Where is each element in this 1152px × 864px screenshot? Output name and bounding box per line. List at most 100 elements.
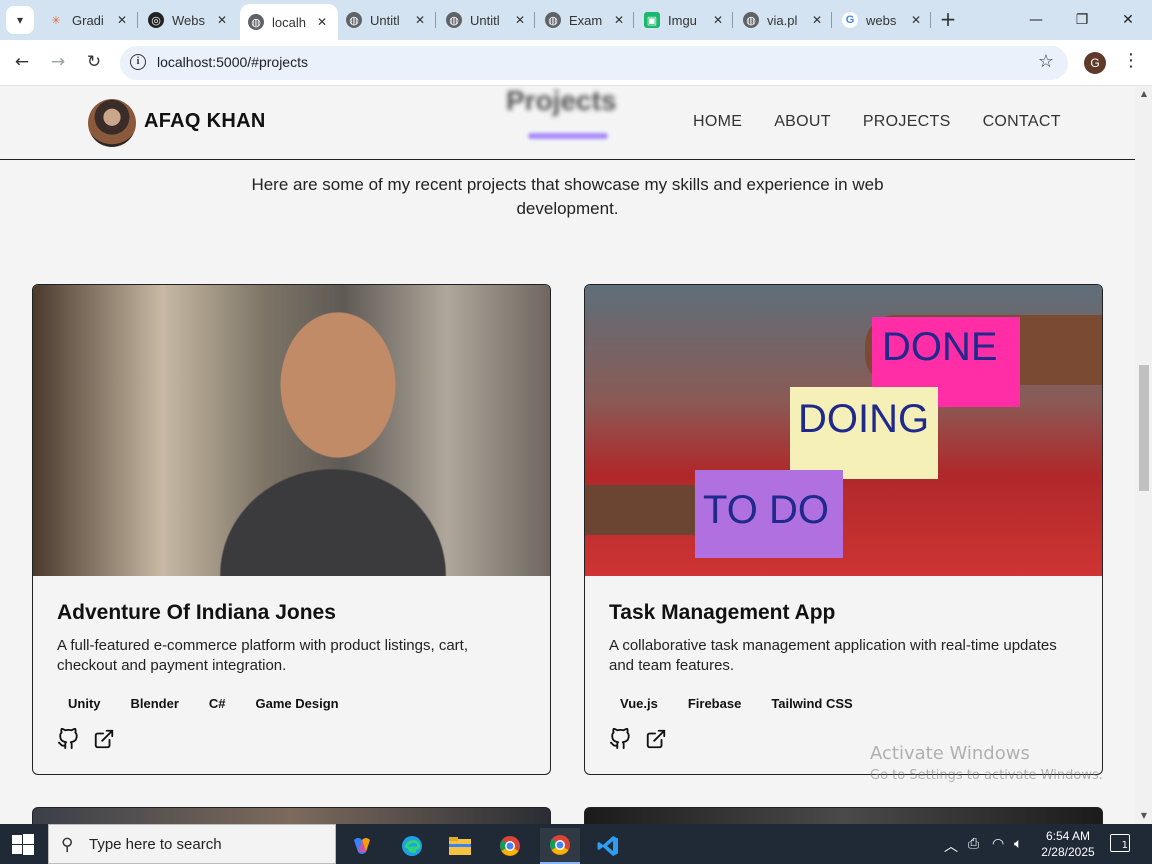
globe-icon: ◍ [545, 12, 561, 28]
tab-label: via.pl [767, 12, 798, 28]
tab-label: Untitl [470, 12, 500, 28]
scroll-down-icon[interactable]: ▼ [1139, 811, 1149, 820]
browser-tab[interactable]: ▣ Imgu ✕ [636, 4, 734, 36]
tab-divider [831, 12, 832, 28]
browser-tab[interactable]: ◍ Untitl ✕ [338, 4, 436, 36]
external-link-icon[interactable] [645, 728, 667, 750]
back-button[interactable]: ← [10, 50, 34, 74]
browser-tab[interactable]: ◍ Exam ✕ [537, 4, 635, 36]
browser-tab[interactable]: G webs ✕ [834, 4, 932, 36]
minimize-button[interactable]: — [1024, 8, 1048, 32]
section-title-underline [528, 133, 608, 139]
browser-tab-active[interactable]: ◍ localh ✕ [240, 4, 338, 40]
sticky-note-doing: DOING [790, 387, 938, 479]
globe-icon: ◍ [446, 12, 462, 28]
windows-start-button[interactable] [12, 834, 34, 856]
url-text[interactable]: localhost:5000/#projects [157, 54, 308, 70]
projects-intro: Here are some of my recent projects that… [251, 175, 884, 218]
site-header: AFAQ KHAN Projects HOME ABOUT PROJECTS C… [0, 87, 1135, 160]
github-icon[interactable] [609, 727, 631, 750]
scroll-up-icon[interactable]: ▲ [1139, 89, 1149, 98]
volume-icon[interactable]: 🔈︎ [1014, 836, 1022, 852]
new-tab-button[interactable]: + [936, 8, 960, 32]
reload-button[interactable]: ↻ [82, 50, 106, 74]
windows-logo-icon [12, 834, 34, 855]
project-description: A collaborative task management applicat… [609, 637, 1057, 674]
edge-icon [402, 836, 422, 856]
close-icon[interactable]: ✕ [512, 13, 528, 27]
restore-button[interactable]: ❐ [1070, 8, 1094, 32]
activation-watermark-subtitle: Go to Settings to activate Windows. [870, 768, 1103, 783]
meet-now-icon[interactable]: ⎙ [968, 836, 979, 852]
tag: Unity [68, 696, 101, 711]
project-card-partial [584, 807, 1103, 824]
github-icon[interactable] [57, 727, 79, 750]
chrome-icon [500, 836, 520, 856]
project-title: Adventure Of Indiana Jones [57, 601, 336, 624]
address-bar[interactable]: i localhost:5000/#projects ☆ [120, 46, 1068, 80]
project-title: Task Management App [609, 601, 836, 624]
minimize-icon: — [1029, 12, 1043, 28]
nav-projects-link[interactable]: PROJECTS [863, 113, 951, 131]
browser-tab[interactable]: ◍ via.pl ✕ [735, 4, 833, 36]
activation-watermark-title: Activate Windows [870, 743, 1030, 764]
tab-divider [732, 12, 733, 28]
copilot-app-icon[interactable] [342, 828, 382, 864]
notification-center-icon[interactable]: 1 [1110, 834, 1130, 852]
taskbar-search[interactable]: ⚲ Type here to search [48, 824, 336, 864]
forward-button[interactable]: → [46, 50, 70, 74]
bookmark-star-icon[interactable]: ☆ [1038, 51, 1054, 72]
browser-tabstrip: ▾ ✳ Gradi ✕ ◎ Webs ✕ ◍ localh ✕ ◍ Untitl… [0, 0, 1152, 40]
chrome-icon [550, 835, 570, 855]
close-window-button[interactable]: ✕ [1116, 8, 1140, 32]
page-scrollbar[interactable]: ▲ ▼ [1135, 87, 1152, 824]
close-icon[interactable]: ✕ [611, 13, 627, 27]
reload-icon: ↻ [86, 52, 102, 72]
close-icon: ✕ [1122, 12, 1134, 28]
browser-tab[interactable]: ✳ Gradi ✕ [40, 4, 138, 36]
tab-divider [633, 12, 634, 28]
restore-icon: ❐ [1075, 12, 1089, 28]
globe-icon: ◍ [346, 12, 362, 28]
tab-label: Gradi [72, 12, 104, 28]
site-nav: HOME ABOUT PROJECTS CONTACT [693, 113, 1061, 131]
avatar [88, 99, 136, 147]
close-icon[interactable]: ✕ [114, 13, 130, 27]
close-icon[interactable]: ✕ [908, 13, 924, 27]
taskbar-search-placeholder[interactable]: Type here to search [89, 836, 222, 853]
profile-avatar[interactable]: G [1084, 52, 1106, 74]
nav-home-link[interactable]: HOME [693, 113, 742, 131]
file-explorer-app-icon[interactable] [440, 828, 480, 864]
close-icon[interactable]: ✕ [214, 13, 230, 27]
browser-tab[interactable]: ◍ Untitl ✕ [438, 4, 536, 36]
section-title-blurred: Projects [506, 87, 617, 116]
edge-app-icon[interactable] [392, 828, 432, 864]
close-icon[interactable]: ✕ [314, 15, 330, 29]
taskbar-clock[interactable]: 6:54 AM 2/28/2025 [1036, 828, 1100, 860]
site-brand[interactable]: AFAQ KHAN [144, 110, 266, 133]
arrow-left-icon: ← [14, 52, 30, 72]
project-card: Adventure Of Indiana Jones A full-featur… [32, 284, 551, 775]
close-icon[interactable]: ✕ [710, 13, 726, 27]
tag: Game Design [255, 696, 339, 711]
tab-search-button[interactable]: ▾ [6, 6, 34, 34]
project-links [609, 727, 667, 750]
network-icon[interactable]: ◠ [992, 836, 1004, 852]
nav-about-link[interactable]: ABOUT [774, 113, 831, 131]
chrome-app-icon[interactable] [490, 828, 530, 864]
vscode-app-icon[interactable] [588, 828, 628, 864]
tag: Tailwind CSS [771, 696, 853, 711]
browser-tab[interactable]: ◎ Webs ✕ [140, 4, 238, 36]
nav-contact-link[interactable]: CONTACT [983, 113, 1061, 131]
info-icon[interactable]: i [130, 54, 146, 70]
external-link-icon[interactable] [93, 728, 115, 750]
project-tags: Unity Blender C# Game Design [57, 694, 350, 713]
close-icon[interactable]: ✕ [412, 13, 428, 27]
more-menu-icon[interactable]: ⋮ [1122, 50, 1140, 74]
close-icon[interactable]: ✕ [809, 13, 825, 27]
sticky-note-text: TO DO [703, 488, 829, 532]
scrollbar-thumb[interactable] [1139, 365, 1149, 491]
tab-label: Untitl [370, 12, 400, 28]
show-hidden-icons-icon[interactable]: ︿ [944, 836, 958, 856]
chrome-profile-app-icon[interactable] [540, 828, 580, 864]
